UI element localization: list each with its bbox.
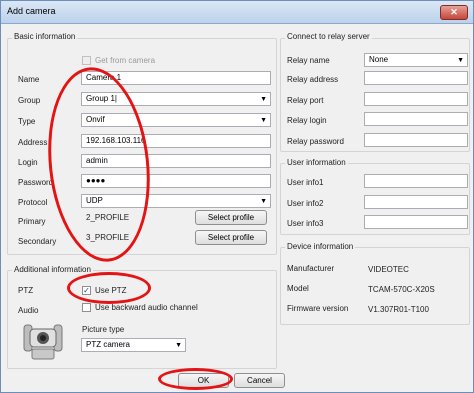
address-label: Address [18, 138, 48, 147]
picture-type-label: Picture type [82, 325, 125, 334]
login-label: Login [18, 158, 38, 167]
model-value: TCAM-570C-X20S [368, 285, 435, 294]
chevron-down-icon: ▼ [260, 198, 267, 205]
relay-port-label: Relay port [287, 96, 324, 105]
protocol-label: Protocol [18, 198, 48, 207]
picture-type-value: PTZ camera [86, 340, 131, 349]
ptz-camera-icon [23, 324, 63, 360]
cancel-button[interactable]: Cancel [234, 373, 285, 388]
ptz-label: PTZ [18, 286, 34, 295]
get-from-camera-checkbox[interactable] [82, 56, 91, 65]
user-info2-field[interactable] [364, 195, 468, 209]
group-label: Group [18, 96, 41, 105]
user-info3-label: User info3 [287, 219, 324, 228]
select-secondary-profile-button[interactable]: Select profile [195, 230, 267, 245]
relay-login-label: Relay login [287, 116, 327, 125]
backward-audio-label: Use backward audio channel [95, 303, 198, 312]
secondary-label: Secondary [18, 237, 57, 246]
primary-label: Primary [18, 217, 46, 226]
firmware-value: V1.307R01-T100 [368, 305, 429, 314]
user-info2-label: User info2 [287, 199, 324, 208]
backward-audio-checkbox[interactable] [82, 303, 91, 312]
select-primary-profile-button[interactable]: Select profile [195, 210, 267, 225]
relay-address-label: Relay address [287, 75, 339, 84]
type-label: Type [18, 117, 36, 126]
name-label: Name [18, 75, 40, 84]
relay-address-field[interactable] [364, 71, 468, 85]
relay-password-field[interactable] [364, 133, 468, 147]
relay-name-select[interactable]: None ▼ [364, 53, 468, 67]
window-title: Add camera [7, 6, 56, 16]
chevron-down-icon: ▼ [457, 57, 464, 64]
relay-password-label: Relay password [287, 137, 344, 146]
relay-login-field[interactable] [364, 112, 468, 126]
relay-server-title: Connect to relay server [285, 32, 372, 41]
user-info-title: User information [285, 158, 348, 167]
add-camera-dialog: Add camera ✕ Basic information Get from … [0, 0, 474, 393]
basic-info-title: Basic information [12, 32, 78, 41]
annotation-circle-ptz [67, 272, 151, 304]
get-from-camera-label: Get from camera [95, 56, 156, 65]
user-info3-field[interactable] [364, 215, 468, 229]
password-label: Password [18, 178, 54, 187]
annotation-circle-ok [158, 368, 233, 390]
user-info1-label: User info1 [287, 178, 324, 187]
chevron-down-icon: ▼ [175, 342, 182, 349]
close-button[interactable]: ✕ [440, 5, 468, 20]
device-info-title: Device information [285, 242, 356, 251]
picture-type-select[interactable]: PTZ camera ▼ [81, 338, 186, 352]
manufacturer-value: VIDEOTEC [368, 265, 409, 274]
audio-label: Audio [18, 306, 39, 315]
additional-info-title: Additional information [12, 265, 93, 274]
relay-port-field[interactable] [364, 92, 468, 106]
relay-name-value: None [369, 55, 389, 64]
relay-name-label: Relay name [287, 56, 330, 65]
manufacturer-label: Manufacturer [287, 264, 335, 273]
user-info1-field[interactable] [364, 174, 468, 188]
chevron-down-icon: ▼ [260, 96, 267, 103]
chevron-down-icon: ▼ [260, 117, 267, 124]
title-bar: Add camera ✕ [1, 1, 473, 24]
firmware-label: Firmware version [287, 304, 349, 313]
model-label: Model [287, 284, 309, 293]
